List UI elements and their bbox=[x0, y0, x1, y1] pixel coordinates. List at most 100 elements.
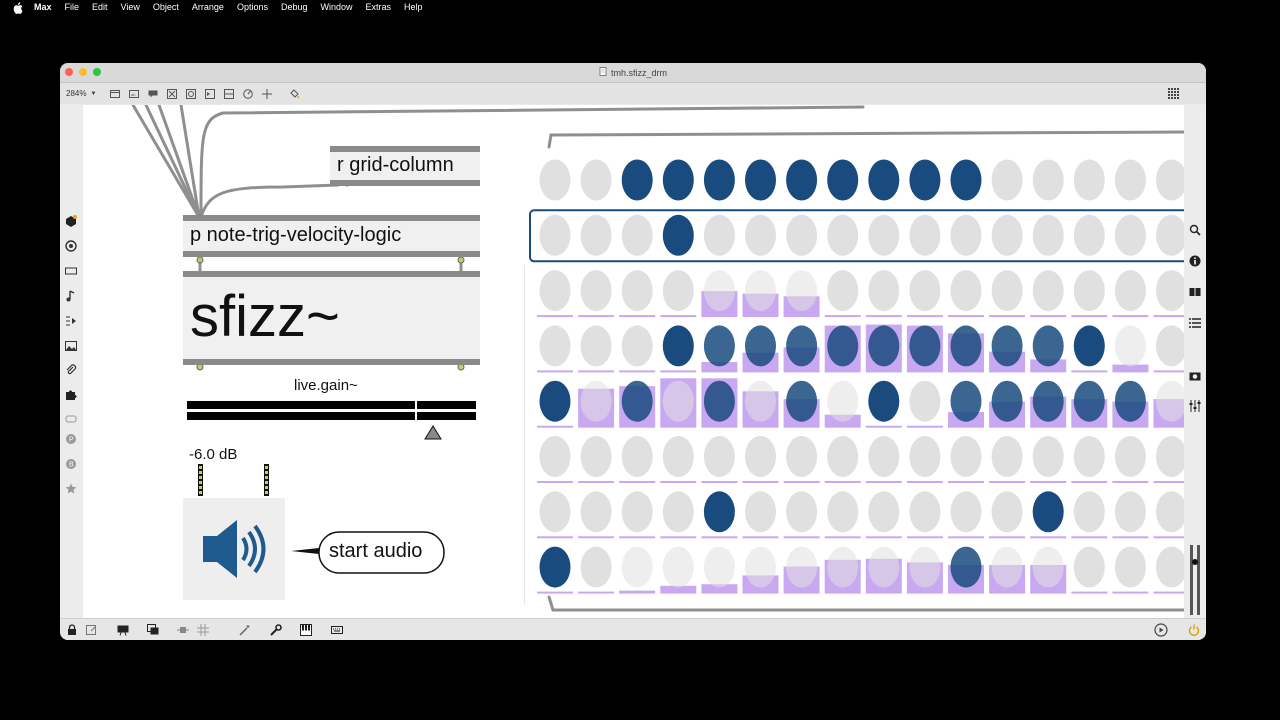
step-on[interactable] bbox=[703, 325, 735, 367]
step-off[interactable] bbox=[909, 436, 941, 477]
step-off[interactable] bbox=[1032, 214, 1064, 256]
menu-file[interactable]: File bbox=[65, 0, 80, 15]
live-gain-slider[interactable] bbox=[187, 397, 476, 443]
step-off[interactable] bbox=[950, 214, 982, 256]
step-off[interactable] bbox=[1073, 546, 1105, 588]
wrench-icon[interactable] bbox=[270, 624, 282, 636]
bang-icon[interactable] bbox=[186, 88, 197, 99]
step-on[interactable] bbox=[950, 380, 982, 422]
piano-icon[interactable] bbox=[300, 624, 312, 636]
step-off[interactable] bbox=[868, 546, 900, 588]
step-on[interactable] bbox=[703, 491, 735, 533]
menu-view[interactable]: View bbox=[121, 0, 140, 15]
menu-debug[interactable]: Debug bbox=[281, 0, 308, 15]
step-on[interactable] bbox=[1114, 380, 1146, 422]
step-off[interactable] bbox=[621, 325, 653, 367]
number-box-icon[interactable] bbox=[205, 88, 216, 99]
step-off[interactable] bbox=[539, 325, 571, 367]
step-off[interactable] bbox=[1032, 159, 1064, 201]
step-off[interactable] bbox=[580, 380, 612, 422]
step-off[interactable] bbox=[991, 270, 1023, 312]
grid-menu-icon[interactable] bbox=[1168, 88, 1180, 102]
step-off[interactable] bbox=[786, 214, 818, 256]
step-on[interactable] bbox=[950, 546, 982, 588]
step-off[interactable] bbox=[1156, 546, 1184, 588]
step-off[interactable] bbox=[539, 159, 571, 201]
toggle-icon[interactable] bbox=[167, 88, 178, 99]
search-icon[interactable] bbox=[1189, 224, 1201, 236]
zoom-window-button[interactable] bbox=[93, 68, 101, 76]
edit-mode-icon[interactable] bbox=[86, 624, 98, 636]
object-box-icon[interactable] bbox=[110, 89, 121, 99]
step-off[interactable] bbox=[1032, 270, 1064, 312]
lock-icon[interactable] bbox=[66, 624, 78, 636]
menu-extras[interactable]: Extras bbox=[366, 0, 392, 15]
step-off[interactable] bbox=[909, 491, 941, 533]
step-off[interactable] bbox=[1073, 436, 1105, 477]
step-on[interactable] bbox=[1073, 380, 1105, 422]
loop-icon[interactable] bbox=[65, 413, 77, 425]
menu-arrange[interactable]: Arrange bbox=[192, 0, 224, 15]
step-off[interactable] bbox=[868, 270, 900, 312]
step-on[interactable] bbox=[745, 325, 776, 367]
receive-grid-column-object[interactable]: r grid-column bbox=[330, 146, 480, 186]
step-off[interactable] bbox=[1156, 214, 1184, 256]
step-off[interactable] bbox=[580, 436, 612, 477]
step-off[interactable] bbox=[991, 491, 1023, 533]
step-off[interactable] bbox=[745, 546, 776, 588]
step-off[interactable] bbox=[1114, 325, 1146, 367]
step-on[interactable] bbox=[703, 380, 735, 422]
menu-help[interactable]: Help bbox=[404, 0, 423, 15]
step-on[interactable] bbox=[662, 159, 694, 201]
step-off[interactable] bbox=[539, 214, 571, 256]
paperclip-icon[interactable] bbox=[65, 364, 77, 376]
step-off[interactable] bbox=[703, 270, 735, 312]
step-on[interactable] bbox=[786, 325, 818, 367]
step-off[interactable] bbox=[868, 436, 900, 477]
dial-icon[interactable] bbox=[243, 88, 254, 99]
step-off[interactable] bbox=[786, 436, 818, 477]
step-off[interactable] bbox=[909, 546, 941, 588]
apple-icon[interactable] bbox=[13, 1, 26, 14]
step-off[interactable] bbox=[1114, 270, 1146, 312]
step-off[interactable] bbox=[745, 380, 776, 422]
step-off[interactable] bbox=[745, 214, 776, 256]
step-on[interactable] bbox=[1032, 491, 1064, 533]
step-off[interactable] bbox=[1156, 325, 1184, 367]
zoom-dropdown-icon[interactable]: ▼ bbox=[90, 91, 96, 97]
step-off[interactable] bbox=[1114, 546, 1146, 588]
step-off[interactable] bbox=[909, 270, 941, 312]
slider-icon[interactable] bbox=[224, 88, 235, 99]
step-off[interactable] bbox=[950, 270, 982, 312]
velocity-bar[interactable] bbox=[619, 590, 656, 594]
step-off[interactable] bbox=[703, 436, 735, 477]
wand-icon[interactable] bbox=[239, 624, 251, 636]
step-off[interactable] bbox=[580, 270, 612, 312]
step-off[interactable] bbox=[662, 270, 694, 312]
step-off[interactable] bbox=[539, 270, 571, 312]
step-off[interactable] bbox=[1156, 436, 1184, 477]
step-off[interactable] bbox=[827, 436, 859, 477]
step-on[interactable] bbox=[909, 325, 941, 367]
step-on[interactable] bbox=[786, 380, 818, 422]
step-on[interactable] bbox=[662, 214, 694, 256]
new-view-icon[interactable] bbox=[147, 624, 159, 636]
menu-options[interactable]: Options bbox=[237, 0, 268, 15]
step-on[interactable] bbox=[827, 159, 859, 201]
step-on[interactable] bbox=[950, 159, 982, 201]
step-off[interactable] bbox=[827, 546, 859, 588]
step-off[interactable] bbox=[539, 491, 571, 533]
grid-icon[interactable] bbox=[197, 624, 209, 636]
step-off[interactable] bbox=[1032, 546, 1064, 588]
step-off[interactable] bbox=[1073, 270, 1105, 312]
step-off[interactable] bbox=[580, 214, 612, 256]
step-on[interactable] bbox=[539, 546, 571, 588]
step-off[interactable] bbox=[868, 491, 900, 533]
step-off[interactable] bbox=[991, 214, 1023, 256]
step-on[interactable] bbox=[950, 325, 982, 367]
step-off[interactable] bbox=[580, 159, 612, 201]
patcher-canvas[interactable]: r grid-column p note-trig-velocity-logic… bbox=[83, 105, 1184, 618]
step-off[interactable] bbox=[580, 491, 612, 533]
step-off[interactable] bbox=[909, 214, 941, 256]
step-on[interactable] bbox=[662, 325, 694, 367]
